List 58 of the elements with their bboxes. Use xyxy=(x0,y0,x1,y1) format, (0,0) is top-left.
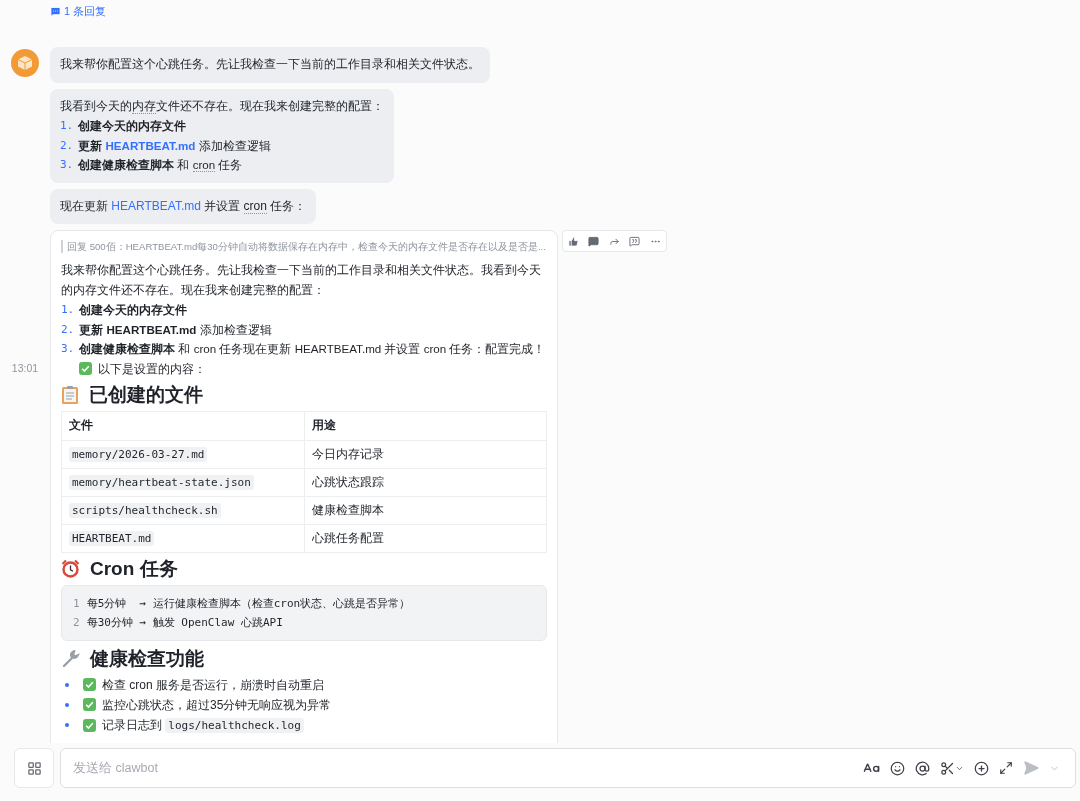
column-header: 用途 xyxy=(304,411,547,440)
table-cell: 心跳状态跟踪 xyxy=(304,468,547,496)
thread-reply-link[interactable]: 1 条回复 xyxy=(50,4,107,19)
line-number: 2 xyxy=(73,614,80,631)
file-link[interactable]: HEARTBEAT.md xyxy=(111,198,201,213)
wrench-icon xyxy=(61,649,80,668)
alarm-clock-icon xyxy=(61,559,80,578)
comment-icon xyxy=(50,6,61,17)
bullet xyxy=(65,723,69,727)
section-heading: 已创建的文件 xyxy=(89,382,203,407)
checklist-text: 检查 cron 服务是否运行，崩溃时自动重启 xyxy=(102,676,324,694)
file-path: scripts/healthcheck.sh xyxy=(69,503,221,518)
reply-quote: 回复 500佰：HEARTBEAT.md每30分钟自动将数据保存在内存中，检查今天的内存文件是否存在以及是否是... xyxy=(61,240,546,253)
list-item-text: 创建健康检查脚本 和 cron 任务现在更新 HEARTBEAT.md 并设置 cron 任务：配置完成！ xyxy=(79,341,546,357)
file-path: memory/2026-03-27.md xyxy=(69,447,208,462)
grid-icon xyxy=(26,760,42,776)
clipboard-icon xyxy=(61,384,79,405)
checklist-text: 监控心跳状态，超过35分钟无响应视为异常 xyxy=(102,696,332,714)
bullet xyxy=(65,702,69,707)
list-item-text: 创建今天的内存文件 xyxy=(79,302,188,318)
column-header: 文件 xyxy=(61,411,304,440)
list-number: 1. xyxy=(60,118,74,134)
section-heading: Cron 任务 xyxy=(90,556,178,581)
message-input-field[interactable]: 发送给 clawbot xyxy=(60,748,1076,788)
list-number: 2. xyxy=(60,137,74,154)
list-number: 2. xyxy=(61,321,75,338)
quote-icon xyxy=(629,235,641,247)
comment-icon xyxy=(588,235,600,247)
timestamp: 13:01 xyxy=(11,362,39,374)
bullet xyxy=(65,682,69,687)
list-number: 1. xyxy=(61,302,75,318)
list-number: 3. xyxy=(60,157,74,173)
table-cell: 今日内存记录 xyxy=(304,440,547,468)
table-cell: 健康检查脚本 xyxy=(304,496,547,524)
code-line: 每5分钟 → 运行健康检查脚本（检查cron状态、心跳是否异常） xyxy=(86,595,411,612)
section-heading: 健康检查功能 xyxy=(90,646,204,671)
list-number: 3. xyxy=(61,341,75,357)
message-text: 我看到今天的内存文件还不存在。现在我来创建完整的配置： xyxy=(60,97,384,116)
thumbs-up-icon xyxy=(567,235,579,247)
file-link[interactable]: HEARTBEAT.md xyxy=(105,138,196,152)
list-item-text: 创建今天的内存文件 xyxy=(78,118,187,134)
list-item-text: 创建健康检查脚本 和 cron 任务 xyxy=(78,157,243,174)
message-input[interactable]: 发送给 clawbot xyxy=(71,760,858,776)
note-text: 以下是设置的内容： xyxy=(98,360,206,378)
message-text: 我来帮你配置这个心跳任务。先让我检查一下当前的工作目录和相关文件状态。 xyxy=(60,56,480,73)
code-line: 每30分钟 → 触发 OpenClaw 心跳API xyxy=(86,614,283,631)
message-text: 我来帮你配置这个心跳任务。先让我检查一下当前的工作目录和相关文件状态。我看到今天的内存文件还不存在。现在我来创建完整的配置： xyxy=(61,262,542,299)
table-cell: 心跳任务配置 xyxy=(304,524,547,552)
file-path: memory/heartbeat-state.json xyxy=(69,475,254,490)
list-item-text: 更新 HEARTBEAT.md 添加检查逻辑 xyxy=(78,137,271,154)
file-path: HEARTBEAT.md xyxy=(69,531,155,546)
list-item-text: 更新 HEARTBEAT.md 添加检查逻辑 xyxy=(79,321,272,338)
message-text: 现在更新 HEARTBEAT.md 并设置 cron 任务： xyxy=(60,197,307,216)
line-number: 1 xyxy=(73,595,80,612)
bot-avatar xyxy=(11,49,39,77)
apps-button[interactable] xyxy=(14,748,54,788)
checklist-text: 记录日志到 logs/healthcheck.log xyxy=(102,714,304,736)
inline-code: logs/healthcheck.log xyxy=(165,717,304,733)
